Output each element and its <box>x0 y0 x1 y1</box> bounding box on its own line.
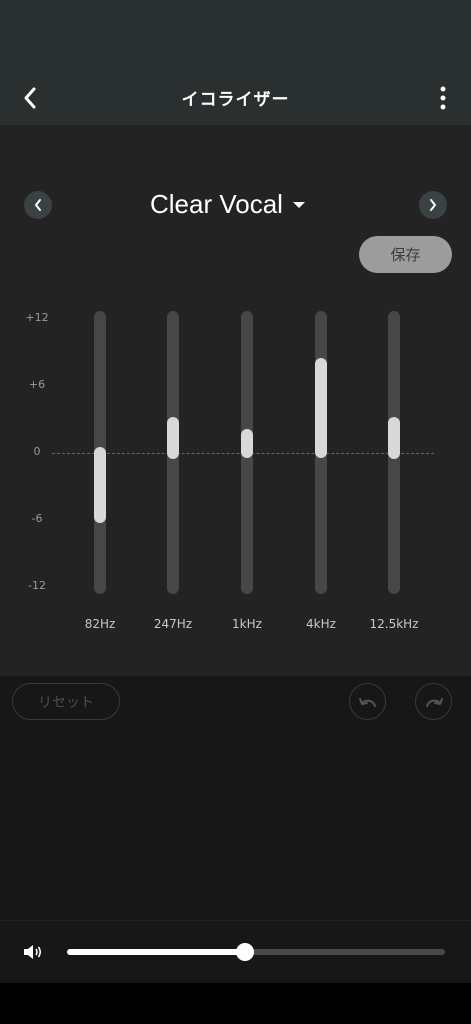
chevron-left-icon <box>35 199 41 211</box>
preset-dropdown[interactable]: Clear Vocal <box>150 187 305 221</box>
equalizer-panel: Clear Vocal 保存 +12 +6 0 -6 -12 82Hz 247H… <box>0 125 471 676</box>
db-label-minus6: -6 <box>31 512 43 525</box>
db-label-plus12: +12 <box>25 311 49 324</box>
db-label-minus12: -12 <box>28 579 46 592</box>
band-knob[interactable] <box>315 358 327 459</box>
app-bar: イコライザー <box>0 70 471 125</box>
band-label-1khz: 1kHz <box>232 617 262 631</box>
band-slider-4khz[interactable] <box>315 311 327 594</box>
db-label-plus6: +6 <box>28 378 46 391</box>
back-button[interactable] <box>14 82 46 114</box>
band-knob[interactable] <box>388 417 400 459</box>
redo-icon <box>425 697 443 707</box>
more-options-button[interactable] <box>431 80 455 116</box>
band-label-247hz: 247Hz <box>153 617 193 631</box>
speaker-icon <box>24 945 42 959</box>
status-bar-area <box>0 0 471 70</box>
reset-button[interactable]: リセット <box>12 683 120 720</box>
band-label-12-5khz: 12.5kHz <box>369 617 419 631</box>
band-label-82hz: 82Hz <box>84 617 116 631</box>
preset-name: Clear Vocal <box>150 188 283 219</box>
band-label-4khz: 4kHz <box>306 617 336 631</box>
redo-button[interactable] <box>415 683 452 720</box>
save-button[interactable]: 保存 <box>359 236 452 273</box>
db-label-zero: 0 <box>33 445 41 458</box>
previous-preset-button[interactable] <box>24 191 52 219</box>
band-slider-1khz[interactable] <box>241 311 253 594</box>
volume-bar <box>0 920 471 983</box>
band-knob[interactable] <box>241 428 253 459</box>
band-slider-12-5khz[interactable] <box>388 311 400 594</box>
undo-icon <box>358 697 376 707</box>
volume-slider-fill <box>67 949 245 955</box>
caret-down-icon <box>292 202 305 208</box>
chevron-right-icon <box>430 199 436 211</box>
volume-slider-thumb[interactable] <box>235 943 254 961</box>
undo-button[interactable] <box>349 683 386 720</box>
next-preset-button[interactable] <box>419 191 447 219</box>
page-title: イコライザー <box>181 90 290 110</box>
preset-row: Clear Vocal <box>0 187 471 221</box>
band-slider-82hz[interactable] <box>94 311 106 594</box>
band-knob[interactable] <box>167 417 179 459</box>
band-slider-247hz[interactable] <box>167 311 179 594</box>
more-vertical-icon <box>440 86 446 110</box>
volume-slider[interactable] <box>67 943 445 961</box>
chevron-left-icon <box>24 87 36 109</box>
band-knob[interactable] <box>94 446 106 524</box>
